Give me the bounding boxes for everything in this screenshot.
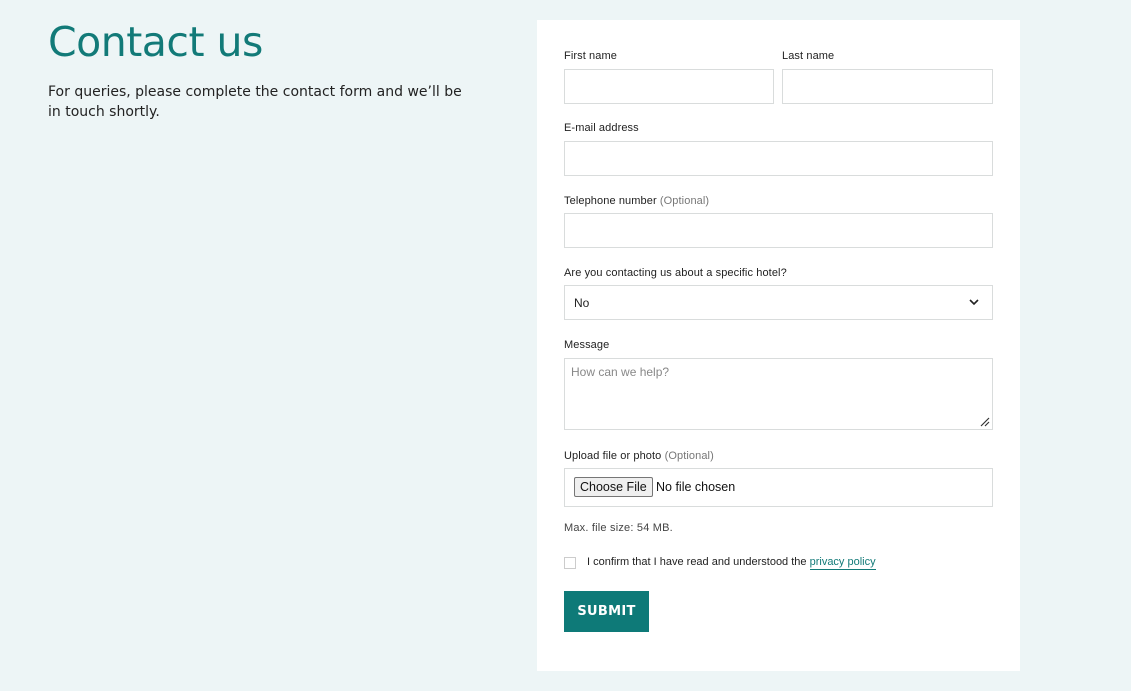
first-name-field[interactable] — [564, 69, 774, 104]
email-field[interactable] — [564, 141, 993, 176]
message-textarea[interactable] — [565, 359, 992, 429]
privacy-policy-link[interactable]: privacy policy — [809, 556, 876, 570]
privacy-confirm-label: I confirm that I have read and understoo… — [587, 556, 876, 570]
file-status: No file chosen — [656, 480, 736, 494]
email-input[interactable] — [565, 142, 992, 175]
hotel-select-value: No — [574, 296, 590, 310]
intro-text: For queries, please complete the contact… — [48, 84, 462, 120]
telephone-label-text: Telephone number — [564, 195, 657, 207]
email-label: E-mail address — [564, 122, 639, 134]
contact-form-card: First name Last name E-mail address Tele… — [537, 20, 1020, 671]
first-name-label: First name — [564, 50, 617, 62]
optional-tag: (Optional) — [659, 195, 710, 207]
last-name-label: Last name — [782, 50, 835, 62]
telephone-field[interactable] — [564, 213, 993, 248]
submit-button[interactable]: SUBMIT — [564, 591, 649, 632]
resize-handle-icon[interactable] — [978, 415, 990, 427]
intro-section: Contact us For queries, please complete … — [48, 18, 478, 122]
file-size-hint: Max. file size: 54 MB. — [564, 522, 673, 534]
privacy-confirm-text: I confirm that I have read and understoo… — [587, 556, 810, 568]
choose-file-button[interactable]: Choose File — [574, 477, 653, 497]
page-title: Contact us — [48, 18, 263, 66]
upload-label-text: Upload file or photo — [564, 450, 662, 462]
optional-tag: (Optional) — [664, 450, 714, 462]
chevron-down-icon — [969, 299, 979, 306]
telephone-label: Telephone number (Optional) — [564, 195, 709, 207]
file-upload-field: Choose File No file chosen — [564, 468, 993, 507]
privacy-checkbox[interactable] — [564, 557, 576, 569]
upload-label: Upload file or photo (Optional) — [564, 450, 714, 462]
last-name-field[interactable] — [782, 69, 993, 104]
message-field[interactable] — [564, 358, 993, 430]
first-name-input[interactable] — [565, 70, 773, 103]
last-name-input[interactable] — [783, 70, 992, 103]
hotel-question-label: Are you contacting us about a specific h… — [564, 267, 787, 279]
message-label: Message — [564, 339, 610, 351]
telephone-input[interactable] — [565, 214, 992, 247]
hotel-select[interactable]: No — [564, 285, 993, 320]
